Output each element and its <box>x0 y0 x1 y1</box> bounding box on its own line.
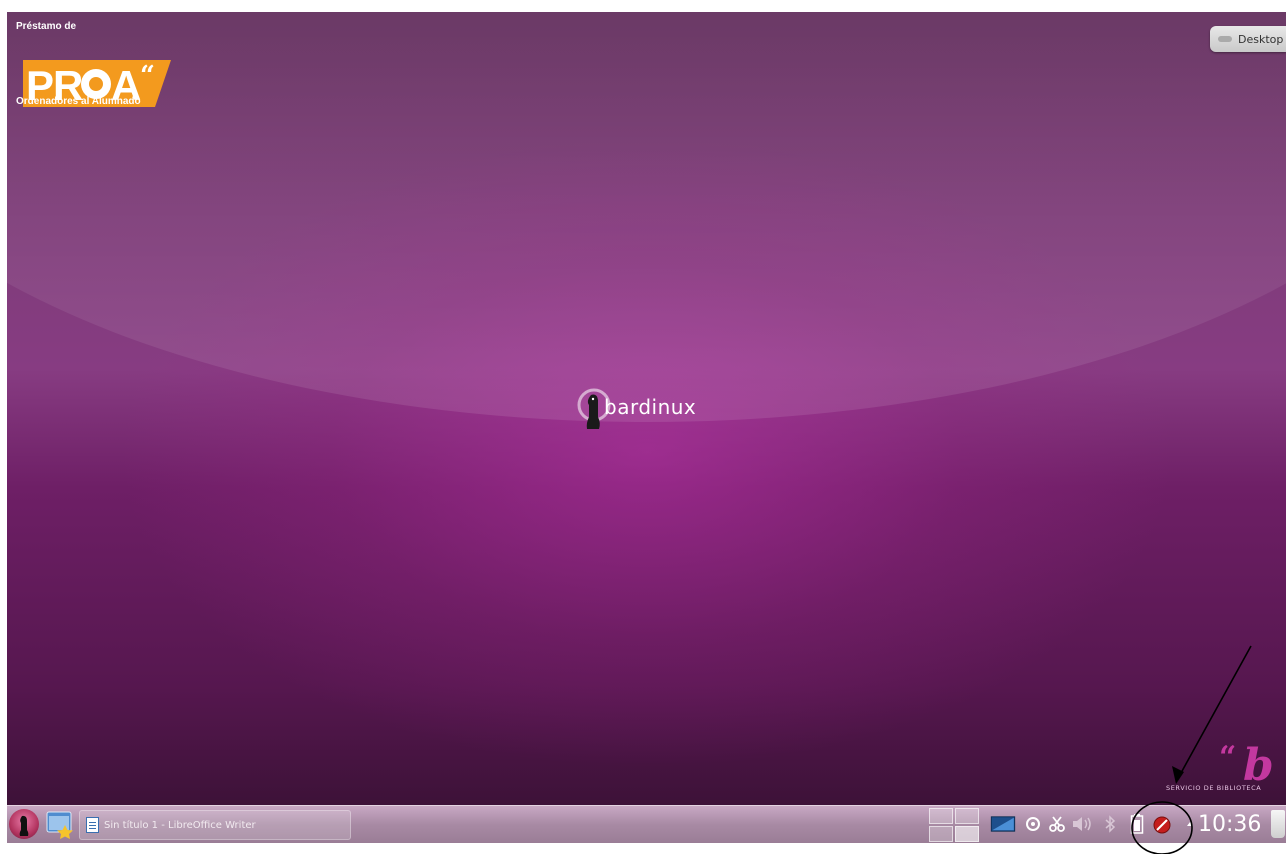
bardinux-logo-text: bardinux <box>604 395 697 419</box>
pager-desktop-1[interactable] <box>929 808 953 824</box>
monitor-icon[interactable] <box>989 815 1017 833</box>
pager-desktop-4[interactable] <box>955 826 979 842</box>
desktop-toolbox-button[interactable]: Desktop <box>1210 26 1286 52</box>
bluetooth-icon[interactable] <box>1103 815 1117 833</box>
volume-icon[interactable] <box>1071 815 1093 833</box>
desktop-button-label: Desktop <box>1238 32 1284 46</box>
pager-desktop-2[interactable] <box>955 808 979 824</box>
task-writer[interactable]: Sin título 1 - LibreOffice Writer <box>79 810 351 840</box>
update-notifier-icon[interactable] <box>1151 814 1173 836</box>
svg-text:“: “ <box>1219 740 1236 775</box>
library-logo-text: servicio de biblioteca <box>1166 784 1262 792</box>
proa-bottom-text: Ordenadores al Alumnado <box>16 96 141 107</box>
kickoff-launcher-button[interactable] <box>9 809 39 839</box>
proa-top-text: Préstamo de <box>16 21 77 32</box>
trash-icon[interactable] <box>1271 810 1285 838</box>
network-icon[interactable] <box>1024 815 1042 833</box>
library-logo-icon: “ b <box>1219 740 1274 787</box>
taskbar: Sin título 1 - LibreOffice Writer 10:36 <box>7 805 1286 843</box>
clock[interactable]: 10:36 <box>1198 812 1261 837</box>
proa-logo: PR A “ <box>23 60 171 109</box>
writer-document-icon <box>86 817 99 833</box>
klipper-icon[interactable] <box>1048 815 1066 833</box>
task-label: Sin título 1 - LibreOffice Writer <box>104 819 256 831</box>
battery-icon[interactable] <box>1130 814 1144 834</box>
show-desktop-icon <box>46 811 73 839</box>
pager-desktop-3[interactable] <box>929 826 953 842</box>
kickoff-launcher-icon <box>19 815 29 836</box>
svg-text:“: “ <box>140 61 155 91</box>
svg-text:b: b <box>1243 740 1274 787</box>
show-desktop-button[interactable] <box>45 809 75 839</box>
wallpaper-sheen <box>7 12 1286 422</box>
toolbox-icon <box>1218 36 1232 42</box>
virtual-desktop-pager[interactable] <box>929 808 981 842</box>
desktop-area[interactable]: PR A “ Préstamo de Ordenadores al Alumna… <box>7 12 1286 805</box>
tray-expand-icon[interactable] <box>1185 815 1195 833</box>
